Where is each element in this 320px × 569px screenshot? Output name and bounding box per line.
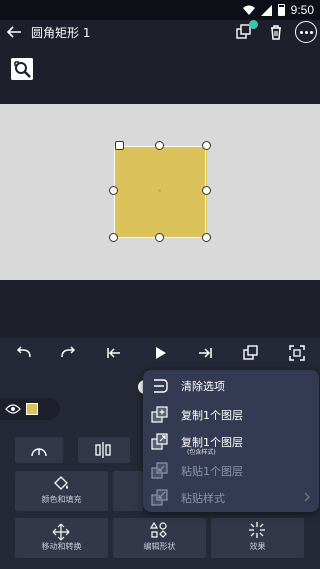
menu-item-paste-style[interactable]: 粘贴样式 <box>143 484 319 510</box>
play-icon[interactable] <box>151 344 169 362</box>
app-bar: 圆角矩形 1 <box>0 20 320 44</box>
resize-handle-bottom-left[interactable] <box>109 233 118 242</box>
gauge-icon <box>31 448 47 457</box>
layer-copy-icon[interactable] <box>242 344 260 362</box>
corner-radius-handle[interactable] <box>115 141 124 150</box>
align-center-icon <box>95 442 111 458</box>
notification-badge <box>249 20 258 29</box>
align-button[interactable] <box>78 437 130 463</box>
layer-context-menu: 清除选项 复制1个图层 复制1个图层 (包含样式) 粘贴1个图层 粘贴样式 <box>143 370 319 512</box>
more-options-icon[interactable] <box>295 21 317 43</box>
speed-button[interactable] <box>15 437 63 463</box>
resize-handle-bottom[interactable] <box>155 233 164 242</box>
workspace-area <box>0 44 320 104</box>
signal-icon <box>260 4 272 16</box>
edit-toolbar <box>0 338 320 368</box>
resize-handle-right[interactable] <box>202 186 211 195</box>
menu-item-copy-layer-with-style[interactable]: 复制1个图层 (包含样式) <box>143 428 319 458</box>
sparkle-icon <box>249 522 265 538</box>
menu-item-clear-selection[interactable]: 清除选项 <box>143 372 319 398</box>
zoom-fit-icon[interactable] <box>11 58 33 80</box>
effects-button[interactable]: 效果 <box>211 518 304 558</box>
trash-icon[interactable] <box>266 22 286 42</box>
menu-item-paste-layer[interactable]: 粘贴1个图层 <box>143 457 319 483</box>
resize-handle-top[interactable] <box>155 141 164 150</box>
duplicate-layer-icon <box>151 406 168 423</box>
wifi-icon <box>242 5 255 15</box>
clock: 9:50 <box>290 3 314 17</box>
redo-icon[interactable] <box>59 344 77 362</box>
skip-to-end-icon[interactable] <box>196 344 214 362</box>
undo-icon[interactable] <box>15 344 33 362</box>
copy-layer-with-style-icon <box>151 433 168 450</box>
move-and-transform-button[interactable]: 移动和转换 <box>15 518 108 558</box>
workspace-bottom <box>0 280 320 338</box>
paste-style-icon <box>151 489 168 506</box>
selection-bounding-box <box>114 146 206 238</box>
back-arrow-icon[interactable] <box>5 23 23 41</box>
edit-shape-button[interactable]: 编辑形状 <box>113 518 206 558</box>
resize-handle-bottom-right[interactable] <box>202 233 211 242</box>
battery-icon <box>277 4 285 16</box>
color-and-fill-button[interactable]: 颜色和填充 <box>15 471 108 511</box>
chevron-right-icon <box>304 492 310 502</box>
clear-selection-icon <box>154 379 168 393</box>
layer-color-swatch[interactable] <box>26 403 38 415</box>
status-bar: 9:50 <box>0 0 320 20</box>
fullscreen-icon[interactable] <box>288 344 306 362</box>
paint-bucket-icon <box>54 476 68 490</box>
move-arrows-icon <box>52 523 70 541</box>
panel-button-partial[interactable] <box>113 471 143 511</box>
eye-icon[interactable] <box>5 404 21 414</box>
document-title: 圆角矩形 1 <box>31 26 91 40</box>
shapes-icon <box>150 521 167 538</box>
paste-layer-icon <box>151 462 168 479</box>
menu-item-duplicate-layer[interactable]: 复制1个图层 <box>143 401 319 427</box>
skip-to-start-icon[interactable] <box>105 344 123 362</box>
resize-handle-top-right[interactable] <box>202 141 211 150</box>
resize-handle-left[interactable] <box>109 186 118 195</box>
shape-center-point <box>158 189 161 192</box>
